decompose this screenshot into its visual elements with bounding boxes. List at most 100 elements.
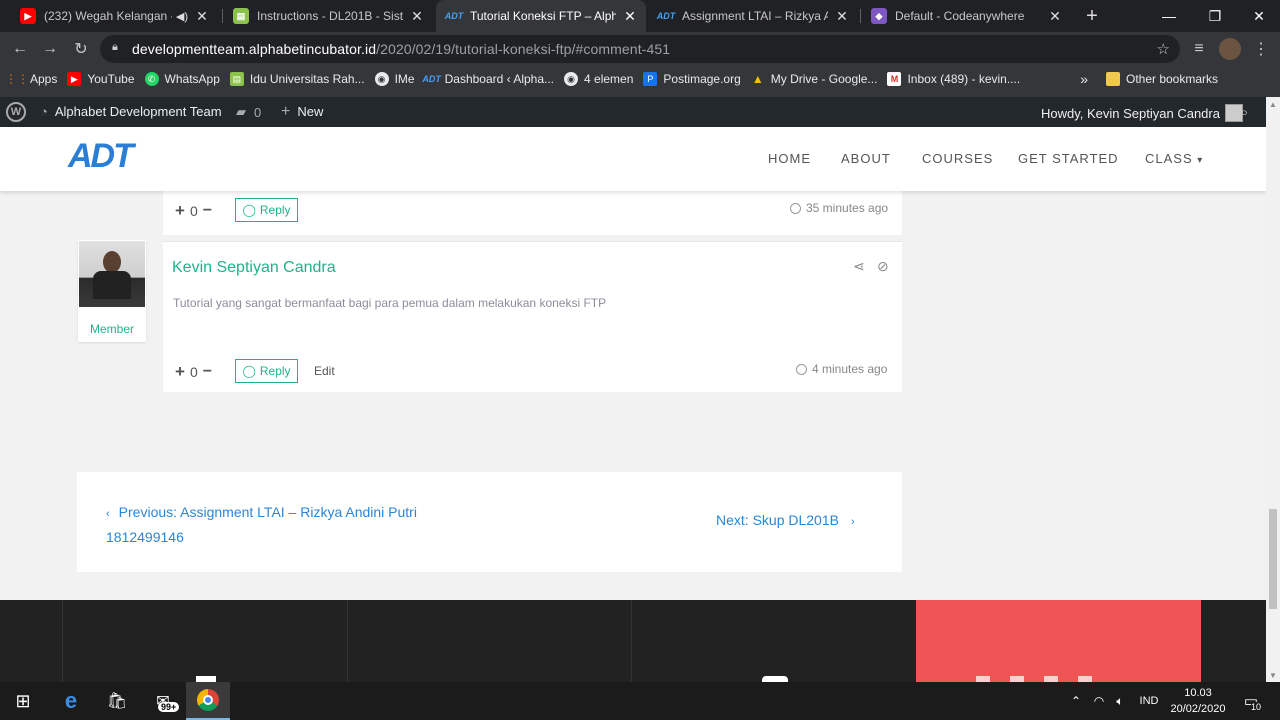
menu-home[interactable]: HOME: [768, 151, 811, 166]
close-icon[interactable]: ✕: [834, 8, 850, 25]
link-icon[interactable]: ⊘: [877, 258, 889, 275]
close-window-icon[interactable]: ✕: [1236, 0, 1280, 32]
edit-link[interactable]: Edit: [314, 364, 335, 378]
tab-instructions[interactable]: ▤ Instructions - DL201B - Sistem ✕: [223, 0, 433, 32]
share-icon[interactable]: ⋖: [853, 258, 865, 275]
bookmark-label: Postimage.org: [663, 72, 741, 86]
bookmark-apps[interactable]: ⋮⋮ Apps: [5, 72, 57, 86]
language-indicator[interactable]: IND: [1134, 682, 1164, 720]
bookmark-postimage[interactable]: P Postimage.org: [643, 72, 741, 86]
scroll-down-icon[interactable]: ▼: [1269, 671, 1277, 680]
next-post-link[interactable]: Next: Skup DL201B ›: [716, 512, 855, 528]
document-icon: ▤: [233, 8, 249, 24]
back-icon[interactable]: ←: [9, 38, 31, 60]
bookmarks-bar: ⋮⋮ Apps ▶ YouTube ✆ WhatsApp ▤ Idu Universit…: [0, 66, 1280, 92]
menu-kebab-icon[interactable]: ⋮: [1250, 38, 1272, 60]
bookmark-dashboard[interactable]: ADT Dashboard ‹ Alpha...: [422, 72, 554, 86]
account-menu[interactable]: Howdy, Kevin Septiyan Candra: [1041, 104, 1243, 122]
upvote-icon[interactable]: +: [175, 362, 185, 382]
downvote-icon[interactable]: −: [203, 363, 212, 381]
member-role: Member: [89, 322, 134, 336]
plus-icon: +: [281, 103, 291, 120]
close-icon[interactable]: ✕: [1047, 8, 1063, 25]
bookmark-youtube[interactable]: ▶ YouTube: [67, 72, 135, 86]
address-bar[interactable]: 🔒︎ developmentteam.alphabetincubator.id/…: [100, 35, 1180, 63]
cube-icon: ◆: [871, 8, 887, 24]
browser-tab-strip: ▶ (232) Wegah Kelangan - Li ◀) ✕ ▤ Instr…: [0, 0, 1280, 32]
menu-courses[interactable]: COURSES: [922, 151, 993, 166]
wordpress-logo-icon[interactable]: W: [6, 102, 26, 122]
chrome-icon[interactable]: [186, 682, 230, 720]
store-icon[interactable]: 🛍︎: [94, 682, 140, 720]
bookmark-idu[interactable]: ▤ Idu Universitas Rah...: [229, 72, 365, 86]
page-scrollbar[interactable]: ▲ ▼: [1266, 97, 1280, 682]
windows-start-icon[interactable]: ⊞: [0, 682, 46, 720]
profile-avatar[interactable]: [1219, 38, 1241, 60]
bookmark-other[interactable]: Other bookmarks: [1105, 72, 1218, 86]
upvote-icon[interactable]: +: [175, 201, 185, 221]
previous-post-link[interactable]: ‹ Previous: Assignment LTAI – Rizkya Andi…: [106, 501, 417, 549]
forward-icon[interactable]: →: [39, 38, 61, 60]
wifi-icon[interactable]: ◠: [1089, 682, 1109, 720]
speaker-icon[interactable]: ◀): [176, 10, 188, 23]
comments-link[interactable]: ▰ 0: [236, 104, 261, 120]
howdy-greeting: Howdy, Kevin Septiyan Candra: [1041, 105, 1220, 121]
menu-get-started[interactable]: GET STARTED: [1018, 151, 1119, 166]
url-path: /2020/02/19/tutorial-koneksi-ftp/#commen…: [376, 41, 671, 57]
tab-title: Default - Codeanywhere: [895, 9, 1025, 23]
tray-chevron-icon[interactable]: ⌃: [1066, 682, 1086, 720]
close-icon[interactable]: ✕: [622, 8, 638, 25]
comment-author-card: Member: [78, 240, 146, 342]
vote-count: 0: [189, 364, 198, 380]
media-control-icon[interactable]: ≡: [1188, 38, 1210, 60]
volume-icon[interactable]: 🔈︎: [1110, 682, 1130, 720]
new-tab-button[interactable]: +: [1082, 4, 1102, 28]
menu-about[interactable]: ABOUT: [841, 151, 891, 166]
close-icon[interactable]: ✕: [194, 8, 210, 25]
bookmark-drive[interactable]: ▲ My Drive - Google...: [751, 72, 878, 86]
clock[interactable]: 10.03 20/02/2020: [1168, 682, 1228, 720]
reply-button[interactable]: ◯ Reply: [235, 359, 298, 383]
new-content-link[interactable]: + New: [281, 103, 323, 120]
clock-icon: [790, 202, 801, 214]
tab-youtube[interactable]: ▶ (232) Wegah Kelangan - Li ◀) ✕: [10, 0, 218, 32]
site-name: Alphabet Development Team: [54, 104, 222, 119]
bookmark-star-icon[interactable]: ☆: [1157, 40, 1170, 58]
search-icon[interactable]: ⌕: [1240, 104, 1248, 121]
drive-icon: ▲: [751, 72, 764, 86]
bookmark-label: YouTube: [87, 72, 135, 86]
close-icon[interactable]: ✕: [409, 8, 425, 25]
edge-icon[interactable]: e: [48, 682, 94, 720]
tab-codeanywhere[interactable]: ◆ Default - Codeanywhere ✕: [861, 0, 1071, 32]
comment-author[interactable]: Kevin Septiyan Candra: [172, 259, 336, 277]
restore-icon[interactable]: ❐: [1192, 0, 1238, 32]
site-logo[interactable]: ADT: [68, 137, 134, 176]
chevron-right-icon: ›: [850, 516, 855, 528]
comment-icon: ◯: [242, 364, 256, 378]
adt-icon: ADT: [656, 11, 676, 21]
postimage-icon: P: [643, 72, 658, 86]
reload-icon[interactable]: ↻: [70, 38, 92, 60]
action-center-icon[interactable]: ▭ 10: [1236, 682, 1266, 720]
bookmark-label: WhatsApp: [164, 72, 220, 86]
page-content: ADT HOME ABOUT COURSES GET STARTED CLASS…: [0, 127, 1266, 682]
avatar[interactable]: [79, 241, 145, 307]
tab-tutorial-ftp[interactable]: ADT Tutorial Koneksi FTP – Alphabe ✕: [436, 0, 646, 32]
scroll-up-icon[interactable]: ▲: [1269, 100, 1277, 109]
reply-button[interactable]: ◯ Reply: [235, 198, 298, 222]
bookmark-ime[interactable]: ◉ IMe: [374, 72, 415, 86]
bookmark-whatsapp[interactable]: ✆ WhatsApp: [144, 72, 220, 86]
site-name-link[interactable]: ◔ Alphabet Development Team: [40, 104, 222, 119]
time-ago: 4 minutes ago: [812, 362, 888, 376]
mail-app-icon[interactable]: ✉ 99+: [140, 682, 186, 720]
footer-social-panel: [916, 600, 1201, 682]
bookmark-inbox[interactable]: M Inbox (489) - kevin....: [887, 72, 1020, 86]
menu-class[interactable]: CLASS ▾: [1145, 151, 1203, 166]
chevron-down-icon: ▾: [1197, 155, 1204, 166]
downvote-icon[interactable]: −: [203, 202, 212, 220]
scrollbar-thumb[interactable]: [1269, 509, 1277, 609]
bookmarks-overflow[interactable]: »: [1080, 71, 1088, 87]
tab-assignment[interactable]: ADT Assignment LTAI – Rizkya Andin ✕: [648, 0, 858, 32]
bookmark-4-elemen[interactable]: ◉ 4 elemen: [564, 72, 633, 86]
minimize-icon[interactable]: —: [1146, 0, 1192, 32]
